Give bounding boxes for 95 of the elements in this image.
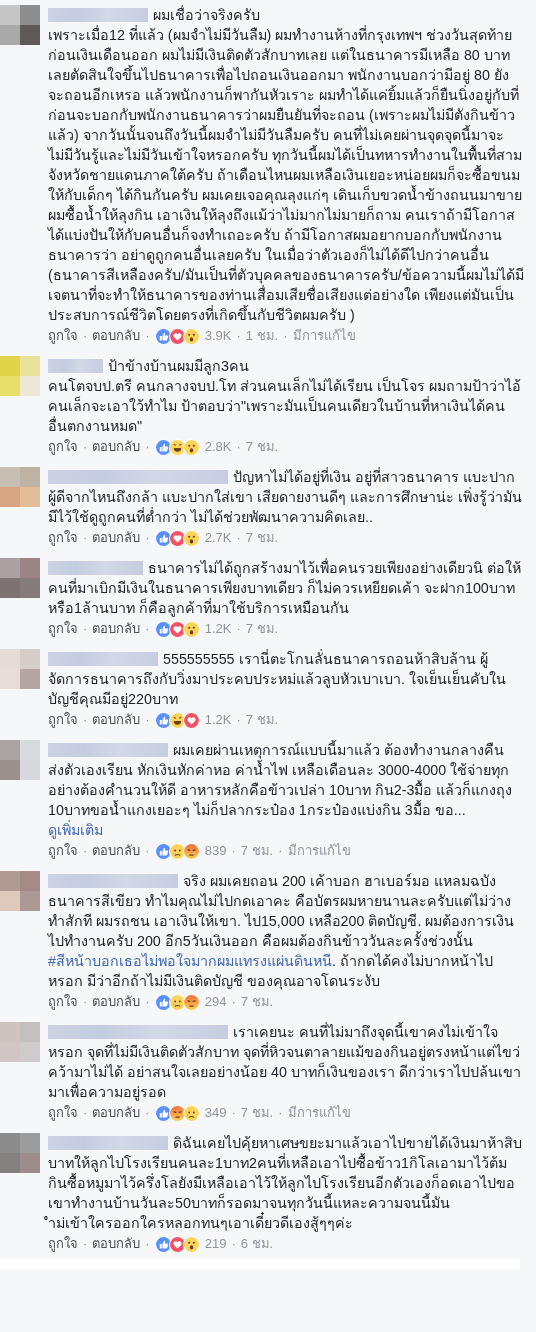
like-icon[interactable]: [154, 842, 172, 860]
separator-dot: ·: [83, 842, 88, 860]
surprised-face-icon[interactable]: [182, 1235, 200, 1253]
comment-text: ผมเคยผ่านเหตุการณ์แบบนี้มาแล้ว ต้องทำงานกลางคืน ส่งตัวเองเรียน หักเงินหักค่าหอ ค่าน้ำไฟ เหลือเดือนละ 3000-4000 ใช้จ่ายทุกอย่างต้องคำนวนให้ดี อาหารหลักคือข้าวเปล่า 10บาท กิน2-3มื้อ แล้วก็แกงถุง 10บาทขอน้ำแกงเยอะๆ ไม่ก็ปลากระป๋อง 1กระป๋องแบ่งกิน 3มื้อ ขอ... ดูเพิ่มเติม: [48, 740, 514, 840]
surprised-face-icon[interactable]: [182, 529, 200, 547]
timestamp[interactable]: 7 ชม.: [245, 437, 279, 457]
blurred-name: [48, 359, 103, 373]
reaction-count[interactable]: 349: [204, 1103, 227, 1123]
comment-text: จริง ผมเคยถอน 200 เค้าบอก ฮาเบอร์มอ แหลมฉบัง ธนาคารสีเขียว ทำไมคุณไม่ไปกดเอาคะ คือบัตรผมหายนานละครับแต่ไม่ว่างทำสักที ผมรถชน เอาเงินให้เขา. ไป15,000 เหลือ200 ติดบัญชี. ผมต้องการเงินไปทำงานครับ 200 อีก5วันเงินออก คือผมต้องกินข้าววันละครั้งช่วงนั้น #สีหน้าบอกเธอไม่พอใจมากผมแทรงแผ่นดินหนี. ถ้ากดได้คงไม่บากหน้าไปหรอก มีว่าอีกถ้าไม่มีเงินติดบัญชี ของคุณอาจโดนระงับ: [48, 872, 516, 991]
comment-text: ป้าข้างบ้านผมมีลูก3คน คนโตจบป.ตรี คนกลางจบป.โท ส่วนคนเล็กไม่ได้เรียน เป็นโจร ผมถามป้าว่าไอ้คนเล็กจะเอาใว้ทำไม ป้าตอบว่า"เพราะมันเป็นคนเดียวในบ้านที่หาเงินได้คนอื่นตกงานหมด": [48, 357, 522, 436]
like-icon[interactable]: [154, 529, 172, 547]
like-link[interactable]: ถูกใจ: [48, 619, 78, 639]
timestamp[interactable]: 6 ชม.: [240, 1234, 274, 1254]
separator-dot: ·: [236, 327, 241, 345]
separator-dot: ·: [83, 438, 88, 456]
reply-link[interactable]: ตอบกลับ: [92, 1103, 141, 1123]
like-link[interactable]: ถูกใจ: [48, 841, 78, 861]
surprised-face-icon[interactable]: [182, 327, 200, 345]
comment-text: ผมเชื่อว่าจริงครับ เพราะเมื่อ12 ที่แล้ว (ผมจำไม่มีวันลืม) ผมทำงานห้างที่กรุงเทพฯ ช่วงวันสุดท้ายก่อนเงินเดือนออก ผมไม่มีเงินติดตัวสักบาทเลย แต่ในธนาคารมีเหลือ 80 บาทเลยตัดสินใจขึ้นไปธนาคารเพื่อไปถอนเงินออกมา พนักงานบอกว่ามีอยู่ 80 ยังจะถอนอีกเหรอ แล้วพนักงานก็พากันหัวเราะ ผมทำได้แค่ยิ้มแล้วก็ยืนนิ่งอยู่กับที่ ก่อนจะบอกกับพนักงานธนาคารว่าผมยืนยันที่จะถอน (เพราะผมไม่มีตังกินข้าวแล้ว) จากวันนั้นจนถึงวันนี้ผมจำไม่มีวันลืมครับ คนที่ไม่เคยผ่านจุดจุดนี้มาจะไม่มีวันรู้และไม่มีวันเข้าใจหรอกครับ ทุกวันนี้ผมได้เป็นทหารทำงานในพื้นที่สามจังหวัดชายแดนภาคใต้ครับ ถ้าเดือนไหนผมเหลือเงินเยอะหน่อยผมก็จะซื้อขนมให้กับเด็กๆ ได้กินกันครับ ผมเคยเจอคุณลุงแก่ๆ เดินเก็บขวดน้ำข้างถนนมาขาย ผมซื้อน้ำให้ลุงกิน เอาเงินให้ลุงถึงแม้ว่าไม่มากไม่มายก็ถาม คนเราถ้ามีโอกาสได้แบ่งปันให้กับคนอื่นก็จงทำเถอะครับ ถ้ามีโอกาสผมอยากบอกกับพนักงานธนาคารว่า อย่าดูถูกคนอื่นเลยครับ ในเมื่อว่าตัวเองก็ไม่ได้ดีไปกว่าคนอื่น (ธนาคารสีเหลืองครับ/มันเป็นที่ตัวบุคคลของธนาคารครับ/ข้อความนี้ผมไม่ได้มีเจตนาที่จะทำให้ธนาคารของท่านเสื่อมเสียชื่อเสียงแต่อย่างใด เพียงแต่มันเป็นประสบการณ์ชีวิตโดยตรงที่เกิดขึ้นกับชีวิตผมครับ ): [48, 5, 524, 325]
reaction-count[interactable]: 2.7K: [204, 528, 232, 548]
separator-dot: ·: [236, 620, 241, 638]
separator-dot: ·: [231, 993, 236, 1011]
separator-dot: ·: [83, 1104, 88, 1122]
surprised-face-icon[interactable]: [182, 438, 200, 456]
reply-link[interactable]: ตอบกลับ: [92, 1234, 141, 1254]
reply-link[interactable]: ตอบกลับ: [92, 710, 141, 730]
separator-dot: ·: [231, 1104, 236, 1122]
reply-link[interactable]: ตอบกลับ: [92, 437, 141, 457]
angry-face-icon[interactable]: [182, 993, 200, 1011]
reply-link[interactable]: ตอบกลับ: [92, 326, 141, 346]
like-icon[interactable]: [154, 327, 172, 345]
separator-dot: ·: [145, 438, 150, 456]
edited-label[interactable]: มีการแก้ไข: [287, 841, 351, 861]
separator-dot: ·: [83, 327, 88, 345]
separator-dot: ·: [145, 993, 150, 1011]
separator-dot: ·: [236, 711, 241, 729]
crying-face-icon[interactable]: [182, 1104, 200, 1122]
separator-dot: ·: [145, 842, 150, 860]
like-link[interactable]: ถูกใจ: [48, 528, 78, 548]
separator-dot: ·: [145, 711, 150, 729]
reaction-count[interactable]: 3.9K: [204, 326, 232, 346]
separator-dot: ·: [83, 620, 88, 638]
like-link[interactable]: ถูกใจ: [48, 326, 78, 346]
surprised-face-icon[interactable]: [182, 620, 200, 638]
edited-label[interactable]: มีการแก้ไข: [287, 1103, 351, 1123]
separator-dot: ·: [278, 1104, 283, 1122]
reaction-count[interactable]: 2.8K: [204, 437, 232, 457]
timestamp[interactable]: 1 ชม.: [245, 326, 279, 346]
reply-link[interactable]: ตอบกลับ: [92, 528, 141, 548]
hashtag-link[interactable]: #สีหน้าบอกเธอไม่พอใจมากผมแทรงแผ่นดินหนี: [48, 953, 332, 969]
comment-text: ปัญหาไม่ได้อยู่ที่เงิน อยู่ที่สาวธนาคาร แบะปาก ผู้ดีจากไหนถึงกล้า แบะปากใส่เขา เสียดายงานดีๆ และการศึกษาน่ะ เพิ่งรู้ว่ามันมีไว้ใช้ดูถูกคนที่ต่ำกว่า ไม่ได้ช่วยพัฒนาความคิดเลย..: [48, 467, 523, 527]
like-icon[interactable]: [154, 620, 172, 638]
separator-dot: ·: [145, 1235, 150, 1253]
reaction-count[interactable]: 1.2K: [204, 619, 232, 639]
separator-dot: ·: [145, 620, 150, 638]
comment-text: เราเคยนะ คนที่ไม่มาถึงจุดนี้เขาคงไม่เข้าใจหรอก จุดที่ไม่มีเงินติดตัวสักบาท จุดที่หิวจนตาลายแม้ของกินอยู่ตรงหน้าแต่ไขว่คว้ามาไม่ได้ อย่าสนใจเลยอย่างน้อย 40 บาทก็เงินของเรา ดีกว่าเราไปปล้นเขามาเพื่อความอยู่รอด: [48, 1022, 522, 1102]
like-link[interactable]: ถูกใจ: [48, 1103, 78, 1123]
separator-dot: ·: [236, 438, 241, 456]
separator-dot: ·: [231, 1235, 236, 1253]
reaction-count[interactable]: 839: [204, 841, 227, 861]
separator-dot: ·: [278, 842, 283, 860]
timestamp[interactable]: 7 ชม.: [245, 528, 279, 548]
like-icon[interactable]: [154, 1104, 172, 1122]
reaction-count[interactable]: 294: [204, 992, 227, 1012]
comment-text: 555555555 เรานี่ตะโกนลั่นธนาคารถอนห้าสิบล้าน ผู้จัดการธนาคารถึงกับวิ่งมาประคบประหม่แล้วลูบหัวเบาเบา. ใจเย็นเย็นคับในบัญชีคุณมีอยู่220บาท: [48, 649, 507, 709]
angry-face-icon[interactable]: [182, 842, 200, 860]
like-link[interactable]: ถูกใจ: [48, 992, 78, 1012]
like-icon[interactable]: [154, 1235, 172, 1253]
timestamp[interactable]: 7 ชม.: [245, 710, 279, 730]
separator-dot: ·: [83, 711, 88, 729]
timestamp[interactable]: 7 ชม.: [245, 619, 279, 639]
reply-link[interactable]: ตอบกลับ: [92, 619, 141, 639]
separator-dot: ·: [83, 529, 88, 547]
separator-dot: ·: [283, 327, 288, 345]
timestamp[interactable]: 7 ชม.: [240, 992, 274, 1012]
like-link[interactable]: ถูกใจ: [48, 710, 78, 730]
reply-link[interactable]: ตอบกลับ: [92, 841, 141, 861]
reply-link[interactable]: ตอบกลับ: [92, 992, 141, 1012]
timestamp[interactable]: 7 ชม.: [240, 1103, 274, 1123]
reaction-count[interactable]: 219: [204, 1234, 227, 1254]
like-icon[interactable]: [154, 993, 172, 1011]
reaction-count[interactable]: 1.2K: [204, 710, 232, 730]
like-link[interactable]: ถูกใจ: [48, 437, 78, 457]
edited-label[interactable]: มีการแก้ไข: [292, 326, 356, 346]
separator-dot: ·: [83, 993, 88, 1011]
comment-text: ธนาคารไม่ได้ถูกสร้างมาไว้เพื่อคนรวยเพียงอย่างเดียวนิ ต่อให้คนที่มาเบิกมีเงินในธนาคารเพียงบาทเดียว ก็ไม่ควรเหยียดเค้า จะฝาก100บาท หรือ1ล้านบาท ก็คือลูกค้าที่มาใช้บริการเหมือนกัน: [48, 558, 522, 618]
see-more-link[interactable]: ดูเพิ่มเติม: [48, 822, 103, 838]
timestamp[interactable]: 7 ชม.: [240, 841, 274, 861]
separator-dot: ·: [83, 1235, 88, 1253]
separator-dot: ·: [231, 842, 236, 860]
separator-dot: ·: [145, 327, 150, 345]
separator-dot: ·: [145, 529, 150, 547]
separator-dot: ·: [145, 1104, 150, 1122]
like-link[interactable]: ถูกใจ: [48, 1234, 78, 1254]
separator-dot: ·: [236, 529, 241, 547]
